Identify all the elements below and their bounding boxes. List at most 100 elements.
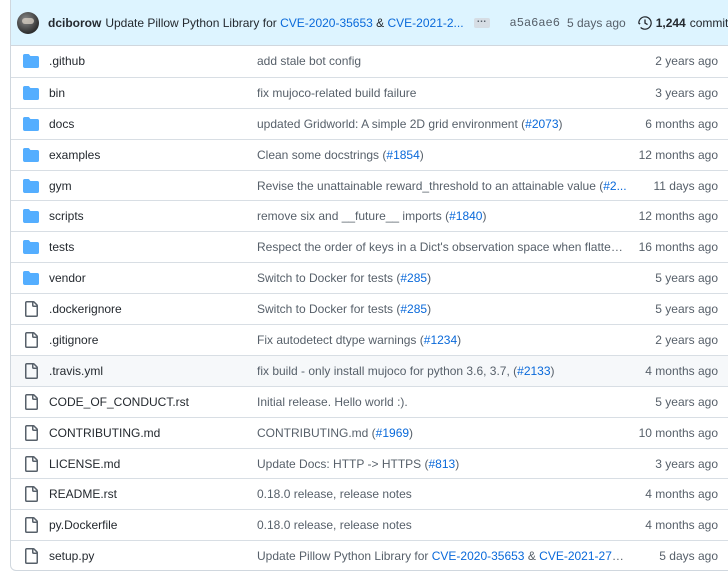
file-row[interactable]: gym Revise the unattainable reward_thresh… xyxy=(11,169,728,201)
file-name-link[interactable]: .travis.yml xyxy=(49,364,103,378)
file-row[interactable]: LICENSE.md Update Docs: HTTP -> HTTPS (#8… xyxy=(11,447,728,479)
file-name-link[interactable]: docs xyxy=(49,117,74,131)
commit-message-text[interactable]: fix build - only install mujoco for pyth… xyxy=(257,364,517,378)
issue-link[interactable]: CVE-2021-279... xyxy=(539,549,627,563)
commit-message-link[interactable]: updated Gridworld: A simple 2D grid envi… xyxy=(257,117,627,131)
file-row[interactable]: vendor Switch to Docker for tests (#285) 5… xyxy=(11,262,728,293)
issue-link[interactable]: #2... xyxy=(603,179,626,193)
file-name-link[interactable]: gym xyxy=(49,179,72,193)
commit-message-link[interactable]: 0.18.0 release, release notes xyxy=(257,518,627,532)
file-name-link[interactable]: CONTRIBUTING.md xyxy=(49,426,160,440)
commit-message-link[interactable]: Switch to Docker for tests (#285) xyxy=(257,302,627,316)
commit-message-text[interactable]: 0.18.0 release, release notes xyxy=(257,518,412,532)
commit-age[interactable]: 10 months ago xyxy=(639,426,718,440)
commit-sha[interactable]: a5a6ae6 xyxy=(510,16,560,30)
file-row[interactable]: .travis.yml fix build - only install mujo… xyxy=(11,354,728,386)
commit-message-suffix[interactable]: ) xyxy=(559,117,563,131)
commit-message-text[interactable]: updated Gridworld: A simple 2D grid envi… xyxy=(257,117,525,131)
commit-message-text[interactable]: Clean some docstrings ( xyxy=(257,148,386,162)
file-name-link[interactable]: bin xyxy=(49,86,65,100)
commit-message-link[interactable]: 0.18.0 release, release notes xyxy=(257,487,627,501)
commit-message-link[interactable]: Initial release. Hello world :). xyxy=(257,395,627,409)
file-row[interactable]: README.rst 0.18.0 release, release notes 4… xyxy=(11,478,728,509)
commit-message-text[interactable]: fix mujoco-related build failure xyxy=(257,86,416,100)
commit-message-prefix[interactable]: Update Pillow Python Library for xyxy=(105,16,280,30)
file-name-link[interactable]: .gitignore xyxy=(49,333,98,347)
commit-history-link[interactable]: 1,244 commits xyxy=(637,16,728,30)
file-name-link[interactable]: .dockerignore xyxy=(49,302,122,316)
file-row[interactable]: .dockerignore Switch to Docker for tests … xyxy=(11,293,728,324)
file-row[interactable]: bin fix mujoco-related build failure 3 yea… xyxy=(11,76,728,108)
commit-message-suffix[interactable]: ) xyxy=(551,364,555,378)
file-row[interactable]: .github add stale bot config 2 years ago xyxy=(11,46,728,77)
commit-message-link[interactable]: remove six and __future__ imports (#1840… xyxy=(257,209,627,223)
issue-link[interactable]: #285 xyxy=(400,271,427,285)
commit-message-link[interactable]: Clean some docstrings (#1854) xyxy=(257,148,627,162)
commit-message-suffix[interactable]: ) xyxy=(420,148,424,162)
commit-age[interactable]: 12 months ago xyxy=(639,209,718,223)
file-row[interactable]: CONTRIBUTING.md CONTRIBUTING.md (#1969) 10… xyxy=(11,416,728,448)
commit-message-text[interactable]: 0.18.0 release, release notes xyxy=(257,487,412,501)
file-name-link[interactable]: py.Dockerfile xyxy=(49,518,117,532)
file-name-link[interactable]: scripts xyxy=(49,209,84,223)
commit-age[interactable]: 5 years ago xyxy=(655,395,718,409)
commit-message-text[interactable]: Update Docs: HTTP -> HTTPS ( xyxy=(257,457,429,471)
file-name-link[interactable]: README.rst xyxy=(49,487,117,501)
commit-message-text[interactable]: Revise the unattainable reward_threshold… xyxy=(257,179,603,193)
file-name-link[interactable]: setup.py xyxy=(49,549,94,563)
commit-message-suffix[interactable]: & xyxy=(524,549,539,563)
commit-age[interactable]: 3 years ago xyxy=(655,86,718,100)
commit-message-text[interactable]: remove six and __future__ imports ( xyxy=(257,209,449,223)
file-name-link[interactable]: CODE_OF_CONDUCT.rst xyxy=(49,395,189,409)
author-avatar[interactable] xyxy=(17,11,39,34)
commit-message-link[interactable]: Update Pillow Python Library for CVE-202… xyxy=(257,549,627,563)
commit-message-link[interactable]: Switch to Docker for tests (#285) xyxy=(257,271,627,285)
file-name-link[interactable]: tests xyxy=(49,240,74,254)
commit-message-suffix[interactable]: ) xyxy=(427,302,431,316)
file-row[interactable]: .gitignore Fix autodetect dtype warnings … xyxy=(11,324,728,355)
issue-link[interactable]: #1234 xyxy=(424,333,457,347)
file-row[interactable]: tests Respect the order of keys in a Dict… xyxy=(11,231,728,262)
file-row[interactable]: py.Dockerfile 0.18.0 release, release not… xyxy=(11,509,728,540)
commit-message-link[interactable]: CONTRIBUTING.md (#1969) xyxy=(257,426,627,440)
file-name-link[interactable]: vendor xyxy=(49,271,86,285)
commit-message-suffix[interactable]: ) xyxy=(409,426,413,440)
commit-age[interactable]: 16 months ago xyxy=(639,240,718,254)
commit-message-suffix[interactable]: ) xyxy=(482,209,486,223)
commit-message-text[interactable]: add stale bot config xyxy=(257,54,361,68)
commit-message-link[interactable]: add stale bot config xyxy=(257,54,627,68)
issue-link[interactable]: #2133 xyxy=(517,364,550,378)
issue-link[interactable]: CVE-2020-35653 xyxy=(432,549,525,563)
commit-message-text[interactable]: Respect the order of keys in a Dict's ob… xyxy=(257,240,627,254)
file-row[interactable]: examples Clean some docstrings (#1854) 12 … xyxy=(11,138,728,170)
commit-age[interactable]: 6 months ago xyxy=(645,117,718,131)
commit-message-suffix[interactable]: ) xyxy=(457,333,461,347)
cve-link-1[interactable]: CVE-2020-35653 xyxy=(280,16,373,30)
issue-link[interactable]: #1840 xyxy=(449,209,482,223)
commit-message-text[interactable]: CONTRIBUTING.md ( xyxy=(257,426,376,440)
commit-message-text[interactable]: Switch to Docker for tests ( xyxy=(257,302,400,316)
commit-author[interactable]: dciborow xyxy=(48,16,101,30)
issue-link[interactable]: #285 xyxy=(400,302,427,316)
expand-commit-message-button[interactable]: … xyxy=(473,14,490,28)
commit-message-link[interactable]: Respect the order of keys in a Dict's ob… xyxy=(257,240,627,254)
issue-link[interactable]: #1854 xyxy=(386,148,419,162)
commit-age[interactable]: 2 years ago xyxy=(655,54,718,68)
commit-age[interactable]: 3 years ago xyxy=(655,457,718,471)
commit-message-link[interactable]: Revise the unattainable reward_threshold… xyxy=(257,179,627,193)
commit-message-text[interactable]: Initial release. Hello world :). xyxy=(257,395,408,409)
commit-age[interactable]: 11 days ago xyxy=(654,179,719,193)
commit-message-text[interactable]: Switch to Docker for tests ( xyxy=(257,271,400,285)
file-row[interactable]: CODE_OF_CONDUCT.rst Initial release. Hell… xyxy=(11,385,728,417)
commit-date[interactable]: 5 days ago xyxy=(567,16,626,30)
file-name-link[interactable]: .github xyxy=(49,54,85,68)
commit-message-link[interactable]: Fix autodetect dtype warnings (#1234) xyxy=(257,333,627,347)
file-name-link[interactable]: LICENSE.md xyxy=(49,457,120,471)
commit-age[interactable]: 4 months ago xyxy=(645,487,718,501)
commit-age[interactable]: 5 years ago xyxy=(655,271,718,285)
commit-age[interactable]: 4 months ago xyxy=(645,364,718,378)
file-row[interactable]: docs updated Gridworld: A simple 2D grid … xyxy=(11,107,728,139)
commit-message-suffix[interactable]: ) xyxy=(455,457,459,471)
issue-link[interactable]: #1969 xyxy=(376,426,409,440)
commit-message-link[interactable]: fix build - only install mujoco for pyth… xyxy=(257,364,627,378)
